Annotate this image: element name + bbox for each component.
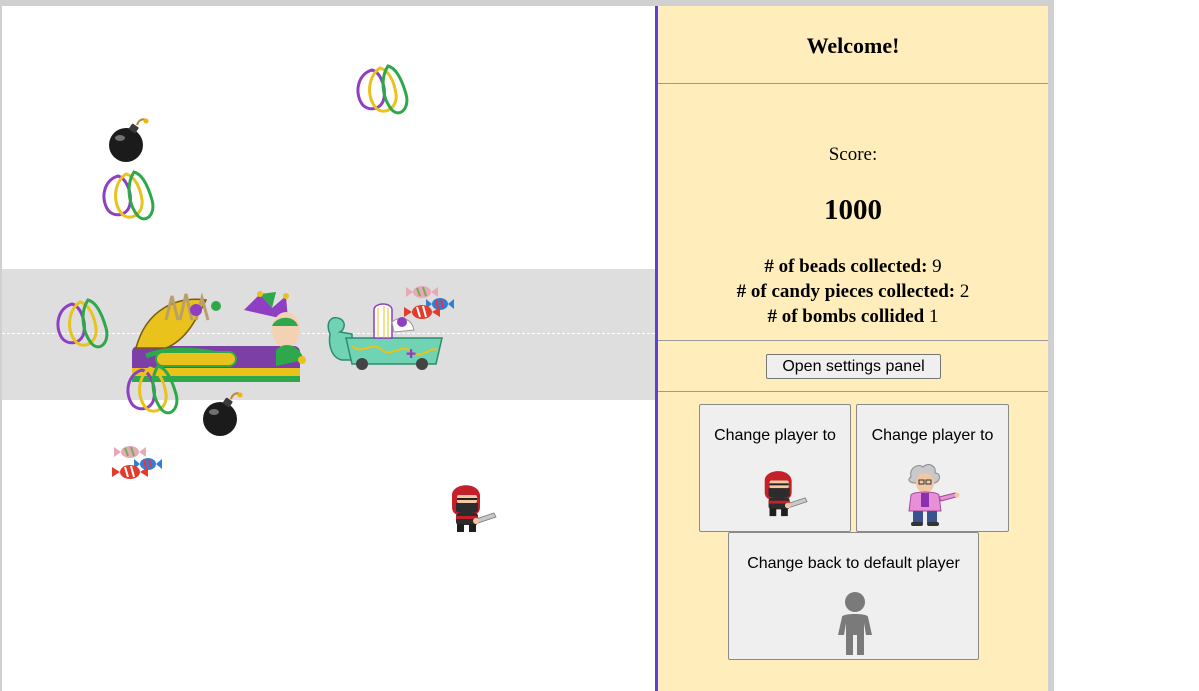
bomb-item[interactable] (108, 115, 150, 165)
ninja-player[interactable] (442, 480, 500, 536)
ninja-icon (764, 470, 808, 517)
candy-item[interactable] (400, 280, 458, 328)
professor-icon (908, 464, 960, 526)
beads-collected-value: 9 (932, 256, 942, 277)
change-player-professor-button[interactable]: Change player to (856, 404, 1009, 532)
candy-collected-stat: # of candy pieces collected: 2 (658, 281, 1048, 303)
change-default-player-button[interactable]: Change back to default player (728, 532, 979, 660)
score-value: 1000 (824, 194, 882, 226)
beads-item[interactable] (122, 362, 182, 420)
beads-item[interactable] (52, 296, 112, 354)
change-player-professor-label: Change player to (871, 427, 994, 444)
bombs-collided-label: # of bombs collided (767, 306, 925, 327)
candy-collected-label: # of candy pieces collected: (736, 281, 956, 302)
divider (658, 340, 1048, 341)
change-default-player-label: Change back to default player (747, 555, 960, 572)
divider (658, 83, 1048, 84)
bomb-item[interactable] (202, 389, 244, 439)
game-canvas[interactable]: ✚ (2, 6, 655, 691)
side-panel: Welcome! Score: 1000 # of beads collecte… (655, 6, 1048, 691)
beads-collected-stat: # of beads collected: 9 (658, 256, 1048, 278)
beads-item[interactable] (98, 168, 158, 226)
welcome-heading: Welcome! (806, 33, 900, 58)
bombs-collided-stat: # of bombs collided 1 (658, 306, 1048, 328)
beads-collected-label: # of beads collected: (764, 256, 928, 277)
candy-collected-value: 2 (959, 281, 970, 302)
svg-text:✚: ✚ (406, 347, 416, 361)
bombs-collided-value: 1 (929, 306, 939, 327)
score-label: Score: (828, 144, 878, 165)
change-player-ninja-label: Change player to (714, 427, 836, 444)
window-frame-right (1048, 6, 1054, 691)
divider (658, 391, 1048, 392)
candy-item[interactable] (108, 431, 166, 497)
open-settings-button[interactable]: Open settings panel (766, 354, 941, 379)
default-person-icon (838, 592, 872, 655)
beads-item[interactable] (352, 62, 412, 120)
change-player-ninja-button[interactable]: Change player to (699, 404, 851, 532)
